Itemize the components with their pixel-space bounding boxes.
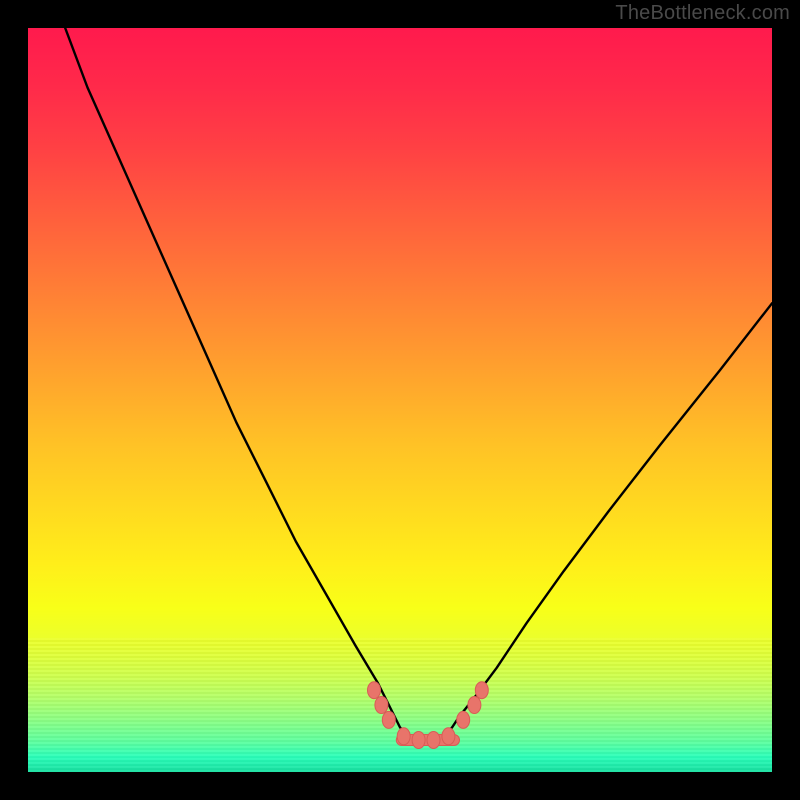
plot-area xyxy=(28,28,772,772)
curve-marker xyxy=(427,732,440,749)
curve-marker xyxy=(442,728,455,745)
curve-marker xyxy=(457,711,470,728)
curve-layer xyxy=(28,28,772,772)
curve-marker xyxy=(368,682,381,699)
curve-marker xyxy=(375,697,388,714)
attribution-label: TheBottleneck.com xyxy=(615,2,790,25)
curve-marker xyxy=(382,711,395,728)
curve-marker xyxy=(397,728,410,745)
bottleneck-curve xyxy=(65,28,772,740)
chart-frame: TheBottleneck.com xyxy=(0,0,800,800)
curve-marker xyxy=(468,697,481,714)
curve-marker xyxy=(475,682,488,699)
curve-marker xyxy=(412,732,425,749)
